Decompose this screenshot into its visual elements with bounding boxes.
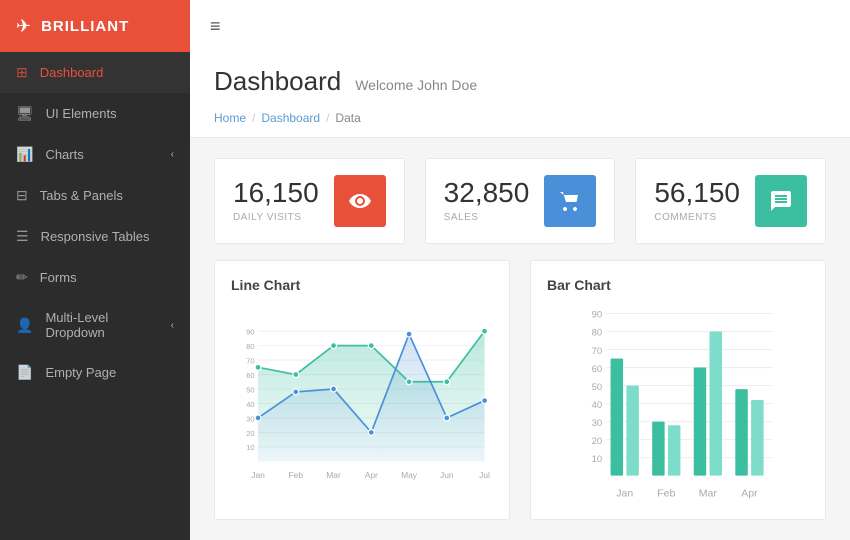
svg-text:Mar: Mar	[699, 488, 718, 500]
nav-icon-responsive-tables: ☰	[16, 228, 29, 245]
breadcrumb-current: Data	[335, 111, 360, 125]
stat-card-sales: 32,850 SALES	[425, 158, 616, 244]
sidebar-item-empty-page[interactable]: 📄 Empty Page	[0, 352, 190, 393]
nav-icon-ui-elements: 🖥	[16, 105, 34, 122]
svg-text:May: May	[401, 470, 418, 480]
nav-label-empty-page: Empty Page	[45, 365, 116, 380]
nav-icon-multi-level: 👤	[16, 317, 33, 334]
nav-label-dashboard: Dashboard	[40, 65, 104, 80]
sidebar-item-tabs-panels[interactable]: ⊟ Tabs & Panels	[0, 175, 190, 216]
stat-card-comments: 56,150 COMMENTS	[635, 158, 826, 244]
svg-text:50: 50	[246, 385, 254, 394]
svg-text:30: 30	[592, 418, 603, 429]
stat-value: 16,150	[233, 179, 319, 207]
nav-label-tabs-panels: Tabs & Panels	[40, 188, 123, 203]
line-chart-area: 10 20 30 40 50 60 70 80 90 Jan Feb Mar Apr May Jun Jul	[231, 303, 493, 503]
sidebar-item-multi-level[interactable]: 👤 Multi-Level Dropdown ‹	[0, 298, 190, 352]
svg-text:Feb: Feb	[289, 470, 304, 480]
charts-row: Line Chart 10 20 30 40 50 60 70 80 90 Jan Feb Mar A…	[190, 260, 850, 540]
nav-arrow-multi-level: ‹	[171, 320, 174, 331]
line-chart-title: Line Chart	[231, 277, 493, 293]
stat-value: 32,850	[444, 179, 530, 207]
nav-arrow-charts: ‹	[171, 149, 174, 160]
page-welcome: Welcome John Doe	[355, 77, 477, 93]
svg-text:40: 40	[592, 400, 603, 411]
stat-value: 56,150	[654, 179, 740, 207]
breadcrumb-dashboard[interactable]: Dashboard	[261, 111, 320, 125]
bar-chart-title: Bar Chart	[547, 277, 809, 293]
stat-card-daily-visits: 16,150 DAILY VISITS	[214, 158, 405, 244]
page-title-row: Dashboard Welcome John Doe	[214, 66, 826, 97]
svg-text:30: 30	[246, 414, 254, 423]
nav-icon-dashboard: ⊞	[16, 64, 28, 81]
svg-text:70: 70	[592, 346, 603, 357]
bar-chart-area: 10 20 30 40 50 60 70 80 90 Jan Feb Mar Apr	[547, 303, 809, 503]
svg-text:90: 90	[592, 310, 603, 321]
svg-text:60: 60	[592, 364, 603, 375]
line-chart-card: Line Chart 10 20 30 40 50 60 70 80 90 Jan Feb Mar A…	[214, 260, 510, 520]
content-area: Dashboard Welcome John Doe Home / Dashbo…	[190, 52, 850, 540]
svg-text:70: 70	[246, 356, 254, 365]
bar-chart-card: Bar Chart 10 20 30 40 50 60 70 80 90 Jan Feb Mar Ap…	[530, 260, 826, 520]
nav-label-ui-elements: UI Elements	[46, 106, 117, 121]
stat-info: 32,850 SALES	[444, 179, 530, 223]
sidebar-item-ui-elements[interactable]: 🖥 UI Elements	[0, 93, 190, 134]
sidebar-item-responsive-tables[interactable]: ☰ Responsive Tables	[0, 216, 190, 257]
svg-text:50: 50	[592, 382, 603, 393]
logo-icon: ✈	[16, 16, 31, 37]
page-title: Dashboard	[214, 66, 341, 97]
svg-text:Apr: Apr	[741, 488, 758, 500]
breadcrumb: Home / Dashboard / Data	[214, 105, 826, 127]
sidebar-item-forms[interactable]: ✏ Forms	[0, 257, 190, 298]
main-content: ≡ Dashboard Welcome John Doe Home / Dash…	[190, 0, 850, 540]
stat-label: SALES	[444, 212, 530, 223]
svg-text:20: 20	[246, 429, 254, 438]
sidebar-item-charts[interactable]: 📊 Charts ‹	[0, 134, 190, 175]
svg-text:40: 40	[246, 400, 254, 409]
stat-icon-box	[544, 175, 596, 227]
nav-label-forms: Forms	[40, 270, 77, 285]
nav-label-multi-level: Multi-Level Dropdown	[45, 310, 170, 340]
topbar: ≡	[190, 0, 850, 52]
breadcrumb-home[interactable]: Home	[214, 111, 246, 125]
stat-label: DAILY VISITS	[233, 212, 319, 223]
svg-text:Apr: Apr	[365, 470, 378, 480]
svg-text:Feb: Feb	[657, 488, 675, 500]
sidebar-header: ✈ BRILLIANT	[0, 0, 190, 52]
svg-text:90: 90	[246, 328, 254, 337]
svg-text:20: 20	[592, 436, 603, 447]
stat-icon-box	[334, 175, 386, 227]
svg-text:Jan: Jan	[251, 470, 265, 480]
nav-icon-tabs-panels: ⊟	[16, 187, 28, 204]
svg-text:Jan: Jan	[616, 488, 633, 500]
nav-label-responsive-tables: Responsive Tables	[41, 229, 150, 244]
sidebar-item-dashboard[interactable]: ⊞ Dashboard	[0, 52, 190, 93]
svg-text:80: 80	[246, 342, 254, 351]
svg-text:Jun: Jun	[440, 470, 454, 480]
stat-info: 16,150 DAILY VISITS	[233, 179, 319, 223]
brand-name: BRILLIANT	[41, 18, 129, 35]
nav-icon-charts: 📊	[16, 146, 33, 163]
page-header: Dashboard Welcome John Doe Home / Dashbo…	[190, 52, 850, 138]
stat-info: 56,150 COMMENTS	[654, 179, 740, 223]
stat-label: COMMENTS	[654, 212, 740, 223]
stats-row: 16,150 DAILY VISITS 32,850 SALES 56,150 …	[190, 138, 850, 260]
svg-text:10: 10	[246, 443, 254, 452]
sidebar: ✈ BRILLIANT ⊞ Dashboard 🖥 UI Elements 📊 …	[0, 0, 190, 540]
sidebar-nav: ⊞ Dashboard 🖥 UI Elements 📊 Charts ‹⊟ Ta…	[0, 52, 190, 393]
svg-text:80: 80	[592, 328, 603, 339]
svg-text:Jul: Jul	[479, 470, 490, 480]
svg-text:60: 60	[246, 371, 254, 380]
svg-text:Mar: Mar	[326, 470, 341, 480]
nav-icon-empty-page: 📄	[16, 364, 33, 381]
nav-label-charts: Charts	[45, 147, 83, 162]
hamburger-icon[interactable]: ≡	[210, 16, 221, 37]
nav-icon-forms: ✏	[16, 269, 28, 286]
stat-icon-box	[755, 175, 807, 227]
svg-text:10: 10	[592, 454, 603, 465]
